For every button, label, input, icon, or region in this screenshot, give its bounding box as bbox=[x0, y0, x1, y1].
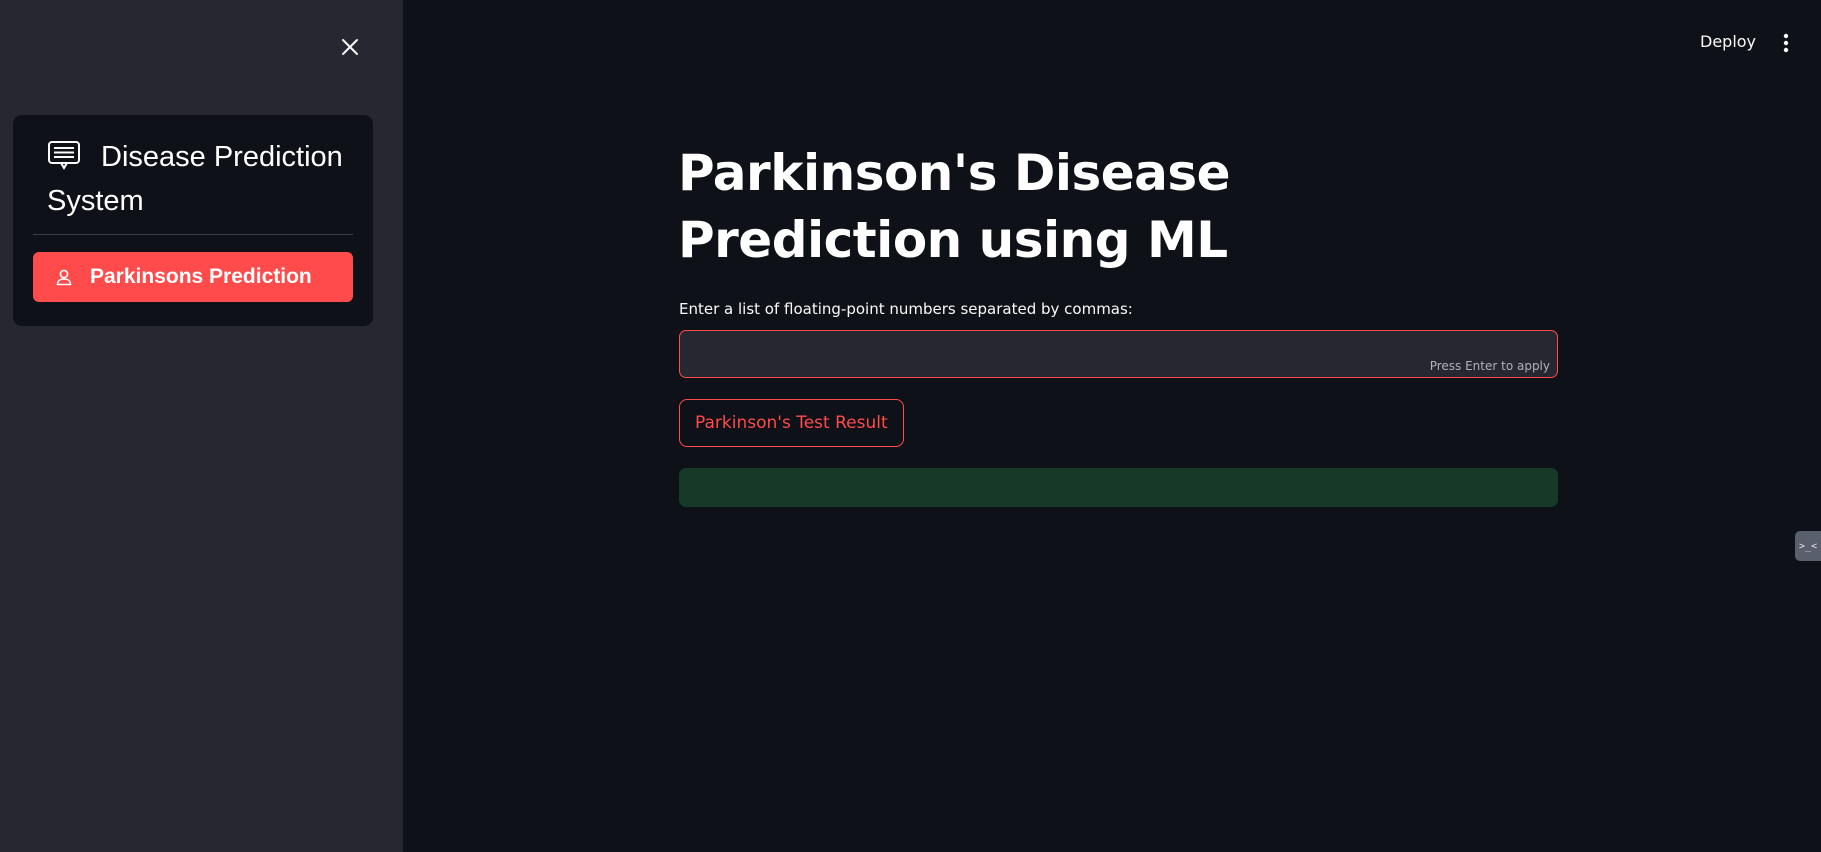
kebab-menu-icon bbox=[1783, 33, 1789, 53]
input-hint: Press Enter to apply bbox=[1429, 359, 1550, 373]
code-icon: >_< bbox=[1798, 540, 1818, 552]
person-icon bbox=[54, 267, 74, 287]
menu-title-text: Disease Prediction System bbox=[47, 141, 343, 217]
number-list-input[interactable] bbox=[680, 331, 1557, 377]
nav-item-label: Parkinsons Prediction bbox=[90, 265, 312, 288]
chat-text-icon bbox=[47, 139, 81, 170]
option-menu: Disease Prediction System Parkinsons Pre… bbox=[13, 115, 373, 326]
main-menu-button[interactable] bbox=[1774, 27, 1798, 59]
result-message-box bbox=[679, 468, 1558, 507]
floating-side-tab[interactable]: >_< bbox=[1795, 531, 1821, 561]
number-list-input-container: Press Enter to apply bbox=[679, 330, 1558, 378]
app-root: Disease Prediction System Parkinsons Pre… bbox=[0, 0, 1821, 852]
sidebar: Disease Prediction System Parkinsons Pre… bbox=[0, 0, 403, 852]
input-label: Enter a list of floating-point numbers s… bbox=[679, 300, 1133, 318]
page-title: Parkinson's Disease Prediction using ML bbox=[678, 144, 1231, 269]
deploy-button[interactable]: Deploy bbox=[1692, 25, 1764, 59]
menu-title: Disease Prediction System bbox=[47, 135, 347, 223]
close-icon bbox=[342, 39, 358, 55]
menu-divider bbox=[33, 234, 353, 235]
nav-item-parkinsons-prediction[interactable]: Parkinsons Prediction bbox=[33, 252, 353, 302]
close-sidebar-button[interactable] bbox=[334, 31, 366, 63]
test-result-button[interactable]: Parkinson's Test Result bbox=[679, 399, 904, 447]
